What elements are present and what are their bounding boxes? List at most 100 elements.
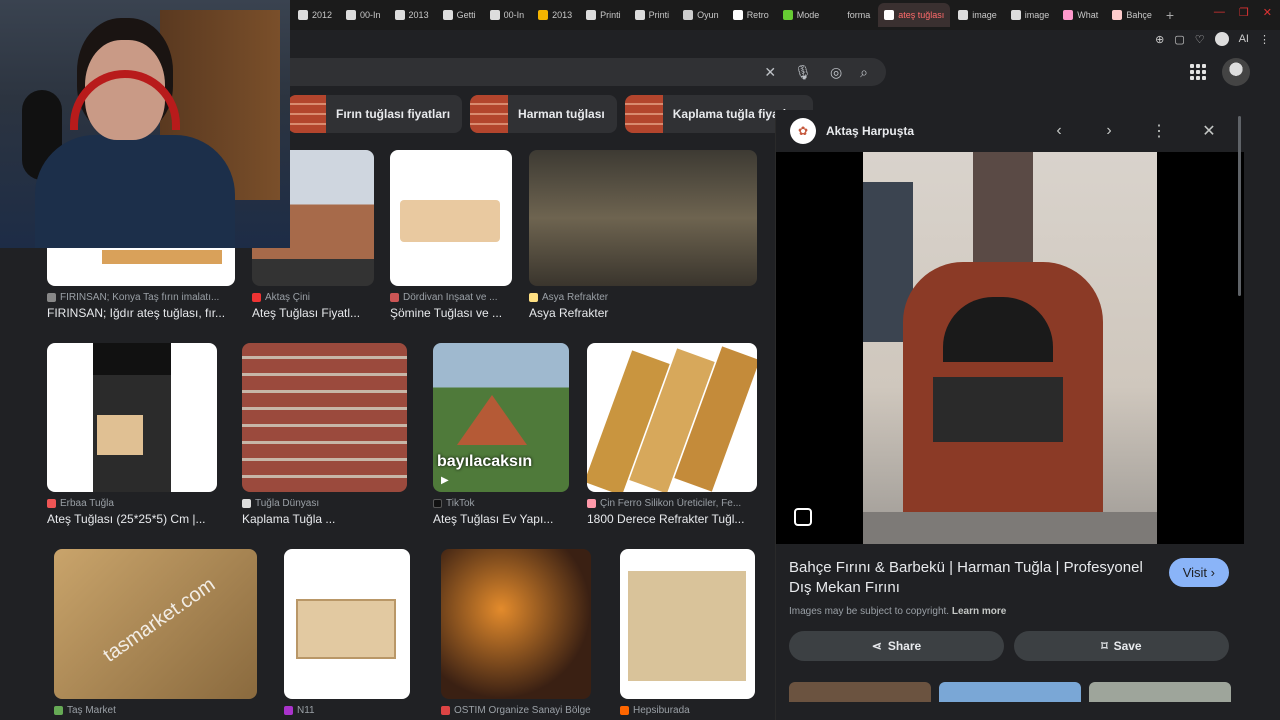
favicon xyxy=(441,706,450,715)
related-image[interactable] xyxy=(939,682,1081,702)
result-card[interactable]: Hepsiburada xyxy=(620,549,755,716)
browser-tab[interactable]: Printi xyxy=(580,3,627,27)
preview-image[interactable] xyxy=(776,152,1244,544)
doc-icon xyxy=(298,10,308,20)
panel-scrollbar[interactable] xyxy=(1238,116,1241,296)
restore-icon[interactable]: ❐ xyxy=(1239,6,1249,19)
browser-tab[interactable]: 2013 xyxy=(389,3,435,27)
favicon xyxy=(529,293,538,302)
browser-tab[interactable]: 2013 xyxy=(532,3,578,27)
favicon xyxy=(284,706,293,715)
drive-icon xyxy=(538,10,549,20)
google-apps-icon[interactable] xyxy=(1190,64,1206,80)
save-button[interactable]: ⌑ Save xyxy=(1014,631,1229,661)
favicon xyxy=(47,499,56,508)
preview-title[interactable]: Bahçe Fırını & Barbekü | Harman Tuğla | … xyxy=(789,558,1149,598)
tab-label: forma xyxy=(847,10,871,20)
panel-actions: ⋖ Share ⌑ Save xyxy=(789,631,1229,661)
tab-label: Printi xyxy=(600,10,621,20)
related-image[interactable] xyxy=(789,682,931,702)
result-card[interactable]: Erbaa Tuğla Ateş Tuğlası (25*25*5) Cm |.… xyxy=(47,343,217,526)
browser-tab[interactable]: image xyxy=(952,3,1003,27)
tab-label: ateş tuğlası xyxy=(898,10,945,20)
result-card[interactable]: tasmarket.com Taş Market xyxy=(54,549,257,716)
image-preview-panel: ✿ Aktaş Harpuşta ‹ › ⋮ ✕ Bahçe Fırını & … xyxy=(775,110,1244,720)
search-icon[interactable]: ⌕ xyxy=(860,64,868,81)
related-image[interactable] xyxy=(1089,682,1231,702)
doc-icon xyxy=(394,10,405,20)
tab-label: Bahçe xyxy=(1126,10,1152,20)
site-name[interactable]: Aktaş Harpuşta xyxy=(826,124,1029,138)
browser-tab[interactable]: Retro xyxy=(727,3,775,27)
result-title: Ateş Tuğlası (25*25*5) Cm |... xyxy=(47,512,206,526)
tab-label: Mode xyxy=(796,10,820,20)
clear-icon[interactable]: ✕ xyxy=(764,64,776,81)
chevron-right-icon[interactable]: › xyxy=(1089,122,1129,140)
zoom-icon[interactable]: ⊕ xyxy=(1155,33,1164,46)
site-logo: ✿ xyxy=(790,118,816,144)
result-title: Ateş Tuğlası Ev Yapı... xyxy=(433,512,554,526)
doc-icon xyxy=(489,10,500,20)
result-card[interactable]: bayılacaksın ▶ TikTok Ateş Tuğlası Ev Ya… xyxy=(433,343,569,526)
result-card[interactable]: OSTİM Organize Sanayi Bölgesi xyxy=(441,549,591,716)
browser-tab[interactable]: 2012 xyxy=(292,3,338,27)
tab-label: Printi xyxy=(648,10,670,20)
share-button[interactable]: ⋖ Share xyxy=(789,631,1004,661)
favicon xyxy=(54,706,63,715)
result-title: Ateş Tuğlası Fiyatl... xyxy=(252,306,361,320)
browser-tab[interactable]: Printi xyxy=(629,3,676,27)
result-card[interactable]: Dördivan İnşaat ve ... Şömine Tuğlası ve… xyxy=(390,150,512,320)
close-window-icon[interactable]: ✕ xyxy=(1263,6,1272,19)
new-tab-icon[interactable]: + xyxy=(1160,7,1180,23)
result-card[interactable]: Asya Refrakter Asya Refrakter xyxy=(529,150,757,320)
learn-more-link[interactable]: Learn more xyxy=(952,606,1006,617)
chevron-left-icon[interactable]: ‹ xyxy=(1039,122,1079,140)
tab-label: image xyxy=(972,10,997,20)
tab-label: 2012 xyxy=(312,10,333,20)
menu-dots-icon[interactable]: ⋮ xyxy=(1259,33,1270,46)
browser-tab[interactable]: What xyxy=(1057,3,1104,27)
heart-icon[interactable]: ♡ xyxy=(1195,33,1205,46)
chip-firin-tuglasi[interactable]: Fırın tuğlası fiyatları xyxy=(288,95,463,133)
result-title: Şömine Tuğlası ve ... xyxy=(390,306,503,320)
doc-icon xyxy=(442,10,453,20)
google-lens-icon[interactable] xyxy=(794,508,812,526)
chip-thumbnail xyxy=(288,95,326,133)
share-icon: ⋖ xyxy=(871,639,882,653)
favicon xyxy=(433,499,442,508)
tab-label: 00-In xyxy=(360,10,381,20)
extension-ai[interactable]: AI xyxy=(1239,33,1249,45)
profile-avatar[interactable] xyxy=(1214,32,1229,46)
browser-tab[interactable]: image xyxy=(1005,3,1056,27)
screenshot-icon[interactable]: ▢ xyxy=(1174,33,1184,46)
result-card[interactable]: Tuğla Dünyası Kaplama Tuğla ... xyxy=(242,343,407,526)
tab-label: 2013 xyxy=(552,10,573,20)
blank-icon xyxy=(833,10,843,20)
visit-button[interactable]: Visit › xyxy=(1168,558,1229,587)
browser-tab[interactable]: Getti xyxy=(437,3,482,27)
result-card[interactable]: Çin Ferro Silikon Üreticiler, Fe... 1800… xyxy=(587,343,757,526)
chip-harman-tuglasi[interactable]: Harman tuğlası xyxy=(470,95,617,133)
browser-tab[interactable]: 00-In xyxy=(340,3,387,27)
retro-icon xyxy=(732,10,743,20)
browser-tab[interactable]: ateş tuğlası xyxy=(878,3,951,27)
browser-tab[interactable]: Bahçe xyxy=(1106,3,1158,27)
result-title: Kaplama Tuğla ... xyxy=(242,512,336,526)
browser-tab[interactable]: Oyun xyxy=(677,3,725,27)
more-options-icon[interactable]: ⋮ xyxy=(1139,121,1179,141)
lens-search-icon[interactable]: ◎ xyxy=(830,64,842,81)
mic-icon[interactable]: 🎙 xyxy=(794,64,812,81)
user-avatar[interactable] xyxy=(1222,58,1250,86)
browser-tab[interactable]: 00-In xyxy=(484,3,531,27)
favicon xyxy=(242,499,251,508)
browser-tab[interactable]: Mode xyxy=(777,3,826,27)
browser-tab[interactable]: forma xyxy=(827,3,876,27)
result-title: 1800 Derece Refrakter Tuğl... xyxy=(587,512,745,526)
close-icon[interactable]: ✕ xyxy=(1189,121,1229,141)
result-card[interactable]: N11 xyxy=(284,549,410,716)
search-input[interactable]: ✕ 🎙 ◎ ⌕ xyxy=(270,58,886,86)
screen: 2012 00-In 2013 Getti 00-In 2013 Printi Printi O… xyxy=(0,0,1280,720)
minimize-icon[interactable]: — xyxy=(1214,6,1225,19)
tab-label: Getti xyxy=(456,10,476,20)
tab-label: Oyun xyxy=(697,10,719,20)
